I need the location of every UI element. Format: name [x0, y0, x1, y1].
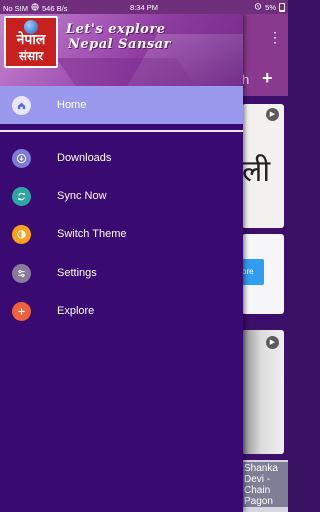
- play-icon[interactable]: ▶: [266, 108, 279, 121]
- drawer-item-explore[interactable]: Explore: [0, 292, 243, 330]
- home-icon: [12, 95, 31, 115]
- status-bar: No SIM 546 B/s 8:34 PM 5%: [0, 0, 288, 14]
- drawer-divider: [0, 130, 243, 132]
- drawer-item-label: Downloads: [57, 152, 112, 164]
- video-card[interactable]: ▶ ली: [242, 104, 284, 228]
- drawer-item-label: Switch Theme: [57, 228, 127, 240]
- load-more-card: ore: [242, 234, 284, 314]
- app-tagline: Let's explore Nepal Sansar: [66, 22, 171, 52]
- video-card[interactable]: ▶: [242, 330, 284, 454]
- drawer-item-settings[interactable]: Settings: [0, 254, 243, 292]
- card-title-partial: ली: [242, 154, 271, 189]
- drawer-item-label: Sync Now: [57, 190, 107, 202]
- navigation-drawer: नेपाल संसार Let's explore Nepal Sansar H…: [0, 14, 243, 512]
- clock: 8:34 PM: [130, 3, 158, 12]
- overflow-menu-icon[interactable]: ⋮: [268, 30, 282, 44]
- theme-icon: [12, 224, 31, 244]
- alarm-icon: [254, 2, 262, 12]
- video-card[interactable]: Shanka Devi - Chain Pagon: [242, 460, 288, 512]
- tagline-line2: Nepal Sansar: [68, 37, 171, 52]
- download-icon: [12, 148, 31, 168]
- drawer-item-switch-theme[interactable]: Switch Theme: [0, 215, 243, 253]
- drawer-item-label: Settings: [57, 267, 97, 279]
- logo-line1: नेपाल: [16, 32, 46, 48]
- play-icon[interactable]: ▶: [266, 336, 279, 349]
- drawer-item-downloads[interactable]: Downloads: [0, 139, 243, 177]
- battery-icon: [279, 2, 285, 12]
- drawer-item-home[interactable]: Home: [0, 86, 243, 124]
- load-more-button[interactable]: ore: [242, 259, 264, 285]
- drawer-header: नेपाल संसार Let's explore Nepal Sansar: [0, 14, 243, 86]
- drawer-item-sync-now[interactable]: Sync Now: [0, 177, 243, 215]
- background-toolbar: ⋮ h +: [242, 14, 288, 96]
- drawer-item-label: Home: [57, 99, 87, 111]
- video-caption: Shanka Devi - Chain Pagon: [242, 462, 288, 507]
- add-tab-icon[interactable]: +: [262, 68, 273, 89]
- settings-icon: [12, 263, 31, 283]
- video-thumbnail: [242, 330, 284, 454]
- battery-level: 5%: [265, 2, 276, 12]
- drawer-item-label: Explore: [57, 305, 95, 317]
- tagline-line1: Let's explore: [66, 22, 166, 37]
- tab-partial[interactable]: h: [242, 72, 249, 87]
- background-app: ⋮ h + ▶ ली ore ▶ Shanka Devi - Chain Pag…: [242, 14, 288, 512]
- plus-icon: [12, 301, 31, 321]
- sync-icon: [12, 186, 31, 206]
- app-logo: नेपाल संसार: [4, 16, 58, 68]
- logo-line2: संसार: [18, 49, 44, 63]
